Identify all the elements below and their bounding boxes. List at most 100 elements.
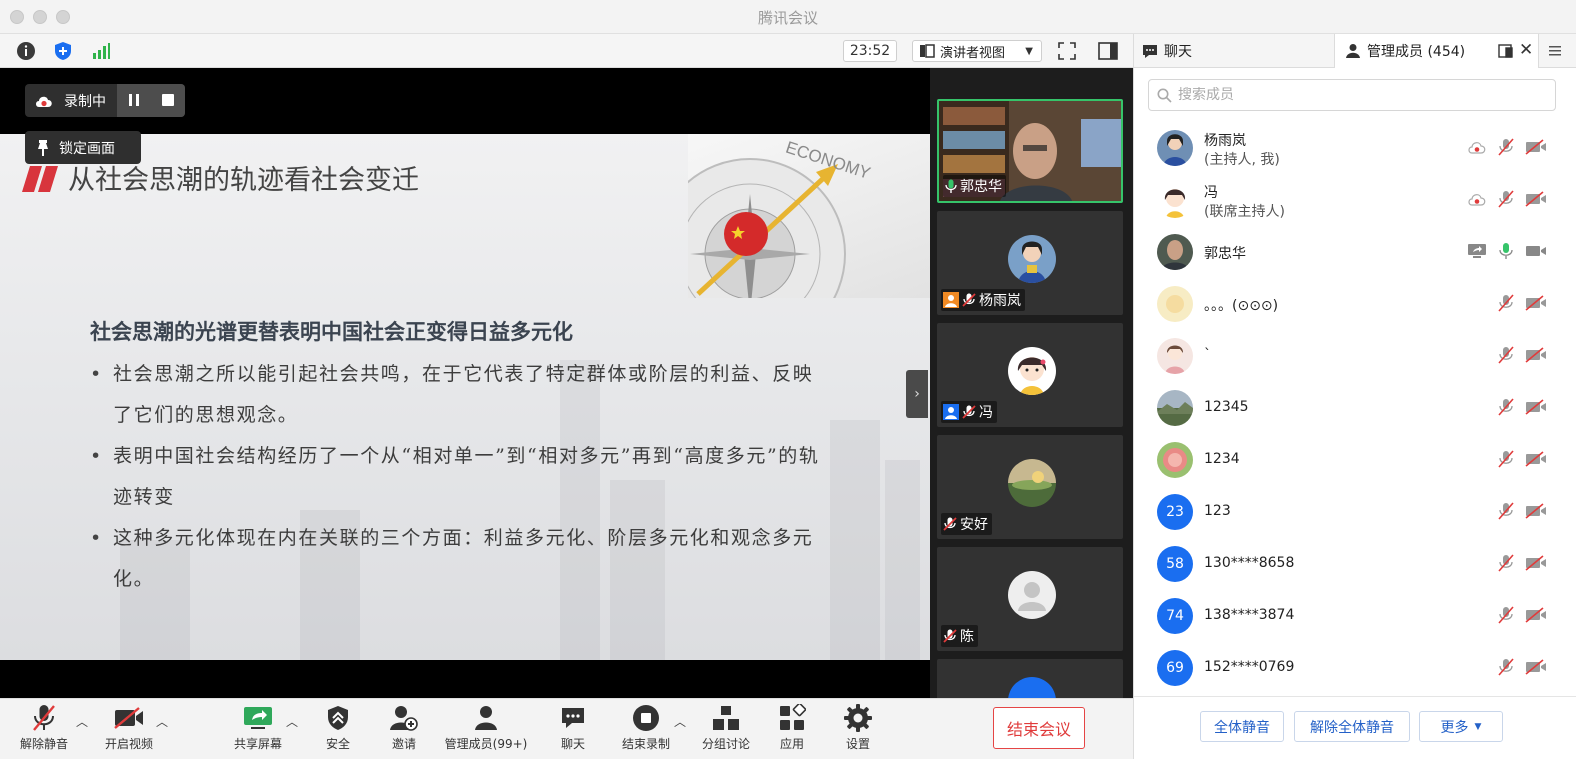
member-row[interactable]: 郭忠华 xyxy=(1134,226,1576,278)
member-name: 130****8658 xyxy=(1204,555,1295,571)
more-options-label: 更多 xyxy=(1440,719,1469,736)
member-row[interactable]: 12345 xyxy=(1134,382,1576,434)
video-tile[interactable]: 杨雨岚 xyxy=(937,211,1123,315)
member-row[interactable]: 1234 xyxy=(1134,434,1576,486)
invite-label: 邀请 xyxy=(391,737,416,751)
member-row[interactable]: 69 152****0769 xyxy=(1134,642,1576,694)
member-row[interactable]: 58 130****8658 xyxy=(1134,538,1576,590)
member-name: 1234 xyxy=(1204,451,1240,467)
camera-off-icon xyxy=(1525,295,1546,311)
video-tile-active-speaker[interactable]: 郭忠华 xyxy=(937,99,1123,203)
tab-chat[interactable]: 聊天 xyxy=(1142,34,1332,68)
manage-members-button[interactable]: 管理成员(99+) xyxy=(444,703,528,755)
end-meeting-button[interactable]: 结束会议 xyxy=(993,707,1085,749)
tab-chat-label: 聊天 xyxy=(1164,44,1192,60)
member-name: ` xyxy=(1204,347,1211,363)
camera-off-icon xyxy=(1525,451,1546,467)
lock-screen-button[interactable]: 锁定画面 xyxy=(25,131,141,164)
participant-name: 冯 xyxy=(979,405,993,421)
chat-icon xyxy=(1143,44,1157,58)
search-icon xyxy=(1157,88,1172,103)
member-row[interactable]: 23 123 xyxy=(1134,486,1576,538)
search-input[interactable] xyxy=(1178,87,1538,103)
avatar xyxy=(1157,130,1193,166)
camera-off-icon xyxy=(1525,555,1546,571)
microphone-muted-icon xyxy=(1498,138,1514,156)
share-screen-icon xyxy=(244,707,272,729)
chevron-down-icon: ▼ xyxy=(1474,721,1482,732)
member-row[interactable]: 杨雨岚 (主持人, 我) xyxy=(1134,122,1576,174)
members-panel: 聊天 管理成员 (454) ✕ 杨雨岚 (主持人, 我) xyxy=(1133,34,1576,759)
video-tile[interactable]: 安好 xyxy=(937,435,1123,539)
microphone-muted-icon xyxy=(1498,346,1514,364)
shield-icon[interactable] xyxy=(52,40,74,62)
mute-all-button[interactable]: 全体静音 xyxy=(1200,711,1284,742)
meeting-clock: 23:52 xyxy=(843,40,897,62)
stop-recording-button[interactable] xyxy=(161,93,175,111)
video-tile[interactable]: 冯 xyxy=(937,323,1123,427)
view-mode-select[interactable]: 演讲者视图 ▼ xyxy=(912,40,1042,62)
avatar xyxy=(1157,442,1193,478)
camera-off-icon xyxy=(1525,139,1546,155)
stop-record-icon xyxy=(633,705,659,731)
camera-off-icon xyxy=(1525,191,1546,207)
microphone-on-icon xyxy=(1499,243,1513,259)
member-row[interactable]: 冯 (联席主持人) xyxy=(1134,174,1576,226)
member-row[interactable]: ` xyxy=(1134,330,1576,382)
member-status-icons xyxy=(1497,554,1547,572)
city-silhouette xyxy=(830,420,880,660)
tab-members-label: 管理成员 (454) xyxy=(1367,44,1466,60)
unmute-all-button[interactable]: 解除全体静音 xyxy=(1294,711,1410,742)
members-icon xyxy=(1346,44,1360,58)
member-name: 12345 xyxy=(1204,399,1249,415)
recording-controls xyxy=(117,84,185,117)
cloud-record-icon xyxy=(1468,142,1486,154)
avatar xyxy=(1157,338,1193,374)
more-options-button[interactable]: 更多 ▼ xyxy=(1419,711,1503,742)
member-name: 。。。(⊙⊙⊙) xyxy=(1204,298,1279,314)
menu-icon[interactable] xyxy=(1548,43,1562,62)
members-panel-footer: 全体静音 解除全体静音 更多 ▼ xyxy=(1134,696,1576,759)
compass-image: ECONOMY xyxy=(688,134,930,298)
participant-name: 陈 xyxy=(960,629,974,645)
view-mode-label: 演讲者视图 xyxy=(940,45,1006,61)
member-status-icons xyxy=(1467,190,1547,208)
member-role: (主持人, 我) xyxy=(1204,152,1280,168)
gallery-collapse-button[interactable]: › xyxy=(906,370,928,418)
invite-button[interactable]: 邀请 xyxy=(362,703,446,755)
avatar xyxy=(1157,182,1193,218)
info-icon[interactable] xyxy=(15,40,37,62)
chat-button[interactable]: 聊天 xyxy=(531,703,615,755)
member-status-icons xyxy=(1497,294,1547,312)
member-list: 杨雨岚 (主持人, 我) 冯 (联席主持人) 郭忠华 。。。(⊙⊙⊙) ` 12… xyxy=(1134,122,1576,696)
member-row[interactable]: 74 138****3874 xyxy=(1134,590,1576,642)
microphone-muted-icon xyxy=(962,405,976,419)
host-badge-icon xyxy=(943,292,959,308)
member-row[interactable]: 。。。(⊙⊙⊙) xyxy=(1134,278,1576,330)
avatar xyxy=(1157,390,1193,426)
camera-off-icon xyxy=(1525,399,1546,415)
microphone-muted-icon xyxy=(943,517,957,531)
fullscreen-icon[interactable] xyxy=(1056,40,1078,62)
camera-off-icon xyxy=(1525,347,1546,363)
unmute-label: 解除静音 xyxy=(19,737,68,751)
breakout-icon xyxy=(713,706,739,730)
close-icon[interactable]: ✕ xyxy=(1519,42,1533,59)
avatar-badge: 23 xyxy=(1157,494,1193,530)
member-name: 123 xyxy=(1204,503,1231,519)
video-options-chevron-icon[interactable]: ︿ xyxy=(156,713,168,730)
camera-off-icon xyxy=(114,707,143,729)
network-signal-icon[interactable] xyxy=(90,40,112,62)
member-search[interactable] xyxy=(1148,79,1556,111)
pause-recording-button[interactable] xyxy=(127,93,141,111)
settings-button[interactable]: 设置 xyxy=(816,703,900,755)
start-video-label: 开启视频 xyxy=(104,737,153,751)
unmute-button[interactable]: 解除静音 xyxy=(2,703,86,755)
avatar-badge: 58 xyxy=(1157,546,1193,582)
popout-icon[interactable] xyxy=(1498,43,1514,63)
video-tile[interactable]: 陈 xyxy=(937,547,1123,651)
layout-icon xyxy=(920,44,935,58)
sidebar-toggle-icon[interactable] xyxy=(1097,40,1119,62)
end-recording-label: 结束录制 xyxy=(621,737,670,751)
video-tile[interactable] xyxy=(937,659,1123,698)
